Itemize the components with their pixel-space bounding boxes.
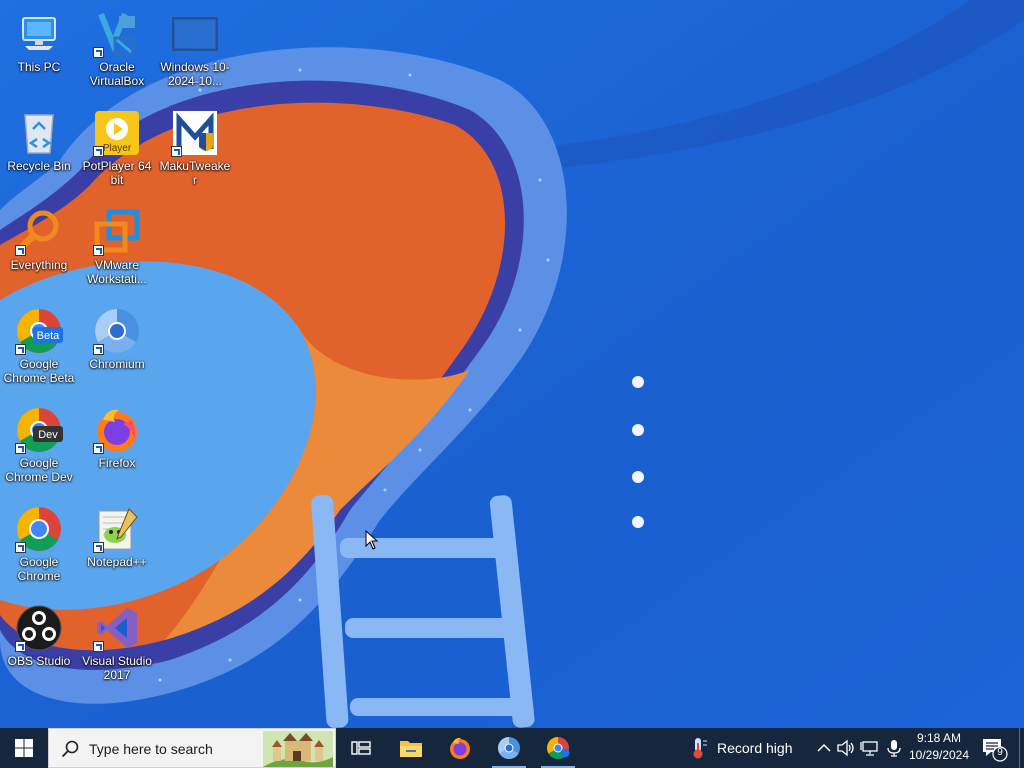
- chrome-dev-icon: Dev: [15, 406, 63, 454]
- thermometer-icon: [693, 738, 707, 759]
- weather-widget[interactable]: Record high: [684, 728, 810, 768]
- desktop-icon-label: Visual Studio 2017: [82, 654, 152, 682]
- shortcut-arrow-icon: [93, 245, 104, 256]
- desktop-icon-firefox[interactable]: Firefox: [78, 398, 156, 470]
- svg-text:Beta: Beta: [37, 330, 61, 342]
- shortcut-arrow-icon: [93, 47, 104, 58]
- show-desktop-button[interactable]: [1019, 728, 1024, 768]
- task-view-icon: [351, 741, 371, 755]
- chrome-beta-icon: Beta: [15, 307, 63, 355]
- taskbar-firefox[interactable]: [437, 728, 483, 768]
- clock-time: 9:18 AM: [916, 731, 962, 745]
- desktop-icon-oracle-virtualbox[interactable]: Oracle VirtualBox: [78, 2, 156, 88]
- everything-search-icon: [15, 208, 63, 256]
- taskbar-file-explorer[interactable]: [388, 728, 434, 768]
- desktop-icon-chrome-beta[interactable]: Beta Google Chrome Beta: [0, 299, 78, 385]
- task-view-button[interactable]: [338, 728, 384, 768]
- windows-logo-icon: [15, 739, 33, 757]
- desktop-icon-this-pc[interactable]: This PC: [0, 2, 78, 74]
- firefox-icon: [93, 406, 141, 454]
- folder-icon: [400, 741, 422, 757]
- mouse-cursor-icon: [365, 530, 379, 550]
- desktop-icon-everything[interactable]: Everything: [0, 200, 78, 272]
- network-icon[interactable]: [860, 738, 880, 758]
- desktop-icon-label: PotPlayer 64 bit: [82, 159, 152, 187]
- search-icon: [61, 740, 79, 758]
- desktop: This PC Oracle VirtualBox Windows 10-202…: [0, 0, 1024, 728]
- search-highlight-castle-icon: [263, 731, 333, 767]
- shortcut-arrow-icon: [93, 641, 104, 652]
- desktop-icon-label: Oracle VirtualBox: [89, 60, 145, 88]
- recycle-bin-icon: [15, 109, 63, 157]
- desktop-icon-label: Notepad++: [87, 555, 147, 569]
- shortcut-arrow-icon: [15, 344, 26, 355]
- desktop-icon-label: Recycle Bin: [7, 159, 71, 173]
- chrome-beta-icon: [547, 737, 570, 759]
- vmware-icon: [93, 208, 141, 256]
- desktop-icon-potplayer[interactable]: Player PotPlayer 64 bit: [78, 101, 156, 187]
- makutweaker-icon: [171, 109, 219, 157]
- desktop-icon-makutweaker[interactable]: MakuTweaker: [156, 101, 234, 187]
- visual-studio-icon: [93, 604, 141, 652]
- taskbar-chrome-beta[interactable]: [535, 728, 581, 768]
- shortcut-arrow-icon: [15, 443, 26, 454]
- desktop-icon-label: This PC: [17, 60, 61, 74]
- shortcut-arrow-icon: [15, 542, 26, 553]
- start-button[interactable]: [0, 728, 48, 768]
- desktop-icon-visual-studio[interactable]: Visual Studio 2017: [78, 596, 156, 682]
- desktop-icon-recycle-bin[interactable]: Recycle Bin: [0, 101, 78, 173]
- taskbar: Type here to search Record high 9:18 AM …: [0, 728, 1024, 768]
- desktop-icon-chrome-dev[interactable]: Dev Google Chrome Dev: [0, 398, 78, 484]
- desktop-icon-label: Google Chrome: [17, 555, 61, 583]
- desktop-icon-label: Chromium: [89, 357, 145, 371]
- shortcut-arrow-icon: [93, 146, 104, 157]
- taskbar-search-box[interactable]: Type here to search: [48, 728, 336, 768]
- svg-text:Player: Player: [103, 143, 132, 154]
- weather-text: Record high: [717, 740, 793, 756]
- desktop-icon-label: MakuTweaker: [159, 159, 231, 187]
- shortcut-arrow-icon: [171, 146, 182, 157]
- taskbar-chromium[interactable]: [486, 728, 532, 768]
- desktop-icon-label: OBS Studio: [7, 654, 71, 668]
- obs-icon: [15, 604, 63, 652]
- desktop-icon-label: Google Chrome Beta: [3, 357, 75, 385]
- microphone-icon[interactable]: [884, 738, 904, 758]
- shortcut-arrow-icon: [93, 344, 104, 355]
- computer-icon: [15, 10, 63, 58]
- virtualbox-icon: [93, 10, 141, 58]
- desktop-icon-vmware[interactable]: VMware Workstati...: [78, 200, 156, 286]
- desktop-icon-label: Firefox: [98, 456, 136, 470]
- chromium-icon: [498, 737, 520, 759]
- firefox-icon: [450, 737, 470, 759]
- notification-count-badge: 9: [997, 747, 1003, 758]
- chromium-icon: [93, 307, 141, 355]
- shortcut-arrow-icon: [15, 641, 26, 652]
- notification-center-button[interactable]: 9: [980, 736, 1008, 762]
- search-placeholder: Type here to search: [89, 741, 213, 757]
- shortcut-arrow-icon: [93, 443, 104, 454]
- clock-date: 10/29/2024: [908, 748, 970, 762]
- desktop-icon-label: VMware Workstati...: [87, 258, 147, 286]
- volume-icon[interactable]: [836, 738, 856, 758]
- potplayer-icon: Player: [93, 109, 141, 157]
- desktop-icon-obs-studio[interactable]: OBS Studio: [0, 596, 78, 668]
- shortcut-arrow-icon: [93, 542, 104, 553]
- desktop-icon-label: Windows 10-2024-10...: [160, 60, 230, 88]
- desktop-icon-chromium[interactable]: Chromium: [78, 299, 156, 371]
- desktop-icon-label: Everything: [10, 258, 68, 272]
- desktop-icon-notepadpp[interactable]: Notepad++: [78, 497, 156, 569]
- chrome-icon: [15, 505, 63, 553]
- desktop-icon-label: Google Chrome Dev: [5, 456, 73, 484]
- vm-screen-icon: [171, 10, 219, 58]
- notepadpp-icon: [93, 505, 141, 553]
- show-hidden-icons-chevron-icon[interactable]: [814, 738, 834, 758]
- desktop-icon-windows-vm[interactable]: Windows 10-2024-10...: [156, 2, 234, 88]
- shortcut-arrow-icon: [15, 245, 26, 256]
- svg-text:Dev: Dev: [38, 429, 58, 441]
- system-clock[interactable]: 9:18 AM 10/29/2024: [904, 730, 974, 766]
- desktop-icon-chrome[interactable]: Google Chrome: [0, 497, 78, 583]
